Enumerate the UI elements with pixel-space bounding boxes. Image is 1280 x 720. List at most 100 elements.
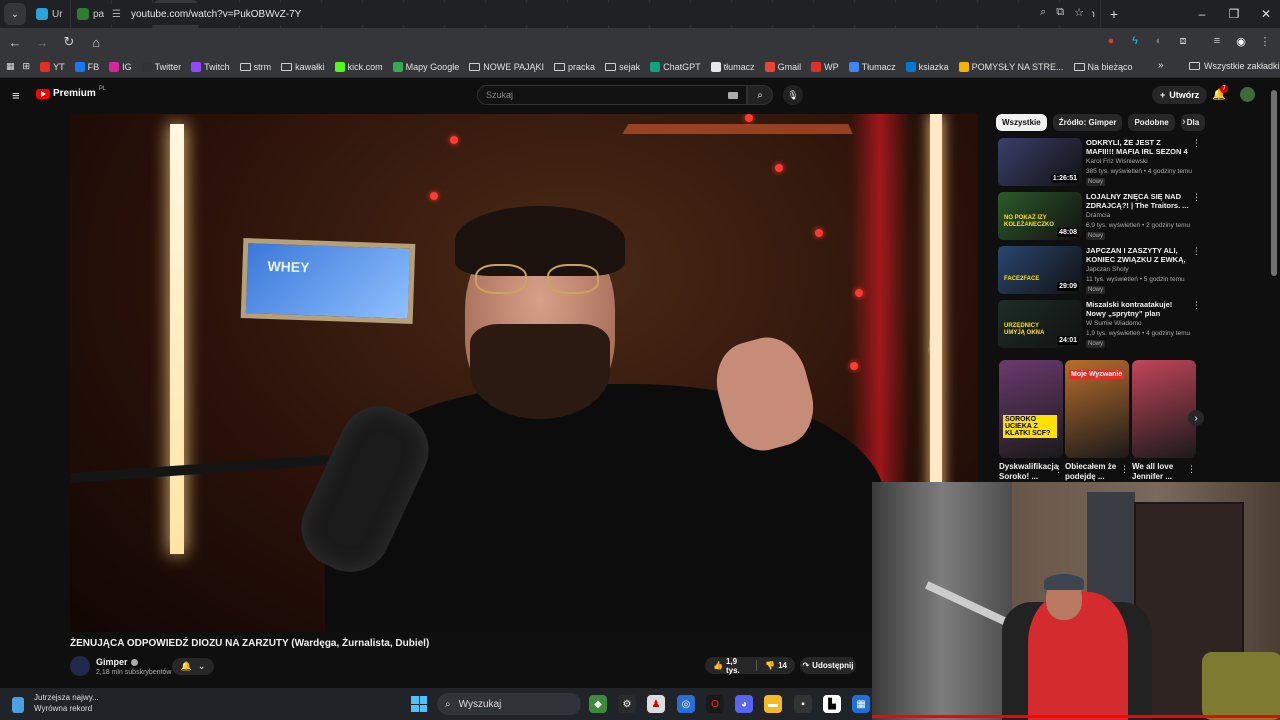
bookmark-item[interactable]: Gmail — [764, 61, 801, 72]
more-options-icon[interactable]: ⋮ — [1054, 464, 1063, 475]
site-info-icon[interactable]: ☰ — [112, 9, 121, 20]
translate-extension-icon[interactable]: ϟ — [1127, 33, 1143, 49]
chevron-right-icon[interactable]: › — [1182, 116, 1186, 128]
bookmark-item[interactable]: Twitch — [191, 61, 230, 72]
shorts-next-button[interactable]: › — [1188, 410, 1204, 426]
short-thumbnail[interactable]: SOROKO UCIEKA Z KLATKI SCF? — [999, 360, 1063, 458]
channel-avatar[interactable] — [70, 656, 90, 676]
video-thumbnail[interactable]: 1:26:51 — [998, 138, 1082, 186]
terminal-icon[interactable]: ▪ — [794, 695, 812, 713]
scrollbar[interactable] — [1271, 90, 1277, 276]
bookmark-item[interactable]: pracka — [554, 62, 595, 72]
new-tab-button[interactable]: + — [1101, 6, 1127, 22]
channel-name[interactable]: Gimper — [96, 657, 138, 667]
bookmark-item[interactable]: kawałki — [281, 62, 325, 72]
home-button[interactable]: ⌂ — [84, 30, 108, 54]
bookmark-item[interactable]: Twitter — [141, 61, 181, 72]
more-options-icon[interactable]: ⋮ — [1120, 464, 1129, 475]
profile-icon[interactable]: ◉ — [1233, 33, 1249, 49]
forward-button[interactable]: → — [30, 30, 54, 54]
more-bookmarks-icon[interactable]: » — [1158, 60, 1164, 71]
browser-tab[interactable]: Ur — [30, 0, 71, 28]
bookmark-item[interactable]: IG — [109, 61, 132, 72]
reload-button[interactable]: ↻ — [57, 30, 81, 54]
bookmark-item[interactable]: Tłumacz — [848, 61, 896, 72]
bookmark-item[interactable]: POMYSŁY NA STRE... — [958, 61, 1064, 72]
bookmark-item[interactable]: Mapy Google — [392, 61, 459, 72]
recommendation-item[interactable]: NO POKAŻ IZY KOLEŻANECZKO 48:08 LOJALNY ZN… — [998, 192, 1201, 244]
steam-icon[interactable]: ⚙ — [618, 695, 636, 713]
keyboard-icon[interactable] — [728, 92, 738, 99]
recommendation-item[interactable]: FACE2FACE 29:09 JAPCZAN I ZASZYTY ALI, KON… — [998, 246, 1201, 298]
short-thumbnail[interactable]: Moje Wyzwanie — [1065, 360, 1129, 458]
opera-icon[interactable]: O — [706, 695, 724, 713]
search-button[interactable]: ⌕ — [747, 85, 773, 105]
close-window-button[interactable]: ✕ — [1250, 0, 1280, 28]
account-avatar[interactable] — [1240, 87, 1255, 102]
create-button[interactable]: + Utwórz — [1152, 86, 1208, 104]
short-title[interactable]: We all love Jennifer ... — [1132, 462, 1190, 482]
more-options-icon[interactable]: ⋮ — [1187, 464, 1196, 475]
bookmark-item[interactable]: kick.com — [334, 61, 383, 72]
share-button[interactable]: ↷ Udostępnij — [800, 657, 856, 674]
all-bookmarks-folder[interactable]: Wszystkie zakładki — [1189, 61, 1280, 71]
subscription-bell-button[interactable]: 🔔 ⌄ — [172, 658, 214, 675]
filter-chip[interactable]: Wszystkie — [996, 114, 1047, 131]
extensions-puzzle-icon[interactable]: ⧈ — [1175, 33, 1191, 49]
recommendation-title[interactable]: ODKRYLI, ŻE JEST Z MAFII!!! MAFIA IRL SE… — [1086, 138, 1190, 156]
bookmark-star-icon[interactable]: ☆ — [1074, 6, 1084, 19]
recommendation-item[interactable]: 1:26:51 ODKRYLI, ŻE JEST Z MAFII!!! MAFIA… — [998, 138, 1201, 190]
bookmark-item[interactable]: Na bieżąco — [1073, 62, 1133, 72]
recommendation-item[interactable]: URZĘDNICY UMYJĄ OKNA 24:01 Miszalski kontr… — [998, 300, 1201, 352]
short-thumbnail[interactable] — [1132, 360, 1196, 458]
youtube-premium-logo[interactable]: Premium PL — [36, 86, 106, 99]
bookmark-item[interactable]: NOWE PAJĄKI — [469, 62, 544, 72]
obs-icon[interactable]: ▙ — [823, 695, 841, 713]
tab-search-button[interactable]: ⌄ — [4, 3, 26, 25]
more-options-icon[interactable]: ⋮ — [1192, 138, 1201, 149]
menu-icon[interactable]: ≡ — [12, 88, 20, 103]
bookmark-item[interactable]: ksiazka — [905, 61, 949, 72]
bookmark-item[interactable]: WP — [811, 61, 839, 72]
dislike-button[interactable]: 👎 14 — [757, 661, 795, 670]
discord-icon[interactable]: ◕ — [735, 695, 753, 713]
recommendation-title[interactable]: JAPCZAN I ZASZYTY ALI, KONIEC ZWIĄZKU Z … — [1086, 246, 1190, 264]
filter-chip[interactable]: Podobne — [1128, 114, 1175, 131]
recommendation-title[interactable]: Miszalski kontraatakuje! Nowy „sprytny” … — [1086, 300, 1190, 318]
recommendation-channel[interactable]: Karol Friz Wiśniewski — [1086, 158, 1148, 165]
video-player[interactable]: WHEY — [70, 114, 978, 632]
browser-menu-icon[interactable]: ⋮ — [1257, 33, 1273, 49]
address-bar[interactable]: ☰ youtube.com/watch?v=PukOBWvZ-7Y ⌕ ⧉ ☆ — [104, 3, 1092, 25]
bookmark-item[interactable]: FB — [74, 61, 99, 72]
video-thumbnail[interactable]: FACE2FACE 29:09 — [998, 246, 1082, 294]
bookmark-item[interactable]: tłumacz — [710, 61, 755, 72]
game-icon[interactable]: ♟ — [647, 695, 665, 713]
filter-chip[interactable]: Źródło: Gimper — [1052, 114, 1123, 131]
file-explorer-icon[interactable]: ▬ — [764, 695, 782, 713]
zoom-icon[interactable]: ⌕ — [1040, 6, 1046, 19]
short-title[interactable]: Dyskwalifikacja Soroko! ... — [999, 462, 1058, 482]
back-button[interactable]: ← — [3, 30, 27, 54]
grid-icon[interactable]: ⊞ — [23, 61, 31, 72]
bookmark-item[interactable]: sejak — [605, 62, 640, 72]
voice-search-button[interactable]: 🎙 — [783, 85, 803, 105]
minimize-button[interactable]: – — [1186, 0, 1218, 28]
video-thumbnail[interactable]: URZĘDNICY UMYJĄ OKNA 24:01 — [998, 300, 1082, 348]
apps-icon[interactable]: ▦ — [6, 61, 15, 72]
record-extension-icon[interactable]: ● — [1103, 33, 1119, 49]
more-options-icon[interactable]: ⋮ — [1192, 300, 1201, 311]
calculator-icon[interactable]: ▦ — [852, 695, 870, 713]
like-button[interactable]: 👍 1,9 tys. — [705, 657, 756, 675]
bookmark-item[interactable]: ChatGPT — [650, 61, 701, 72]
recommendation-channel[interactable]: Japczan Shoty — [1086, 266, 1129, 273]
search-input[interactable]: Szukaj — [477, 85, 747, 105]
bookmark-item[interactable]: YT — [40, 61, 65, 72]
taskbar-search[interactable]: ⌕ Wyszukaj — [437, 693, 581, 715]
short-title[interactable]: Obiecałem że podejdę ... — [1065, 462, 1123, 482]
chrome-icon[interactable]: ◎ — [677, 695, 695, 713]
recommendation-title[interactable]: LOJALNY ZNĘCA SIĘ NAD ZDRAJCĄ?! | The Tr… — [1086, 192, 1190, 210]
recommendation-channel[interactable]: Dramcia — [1086, 212, 1110, 219]
maximize-button[interactable]: ❐ — [1218, 0, 1250, 28]
bookmark-item[interactable]: strm — [239, 62, 271, 72]
video-thumbnail[interactable]: NO POKAŻ IZY KOLEŻANECZKO 48:08 — [998, 192, 1082, 240]
